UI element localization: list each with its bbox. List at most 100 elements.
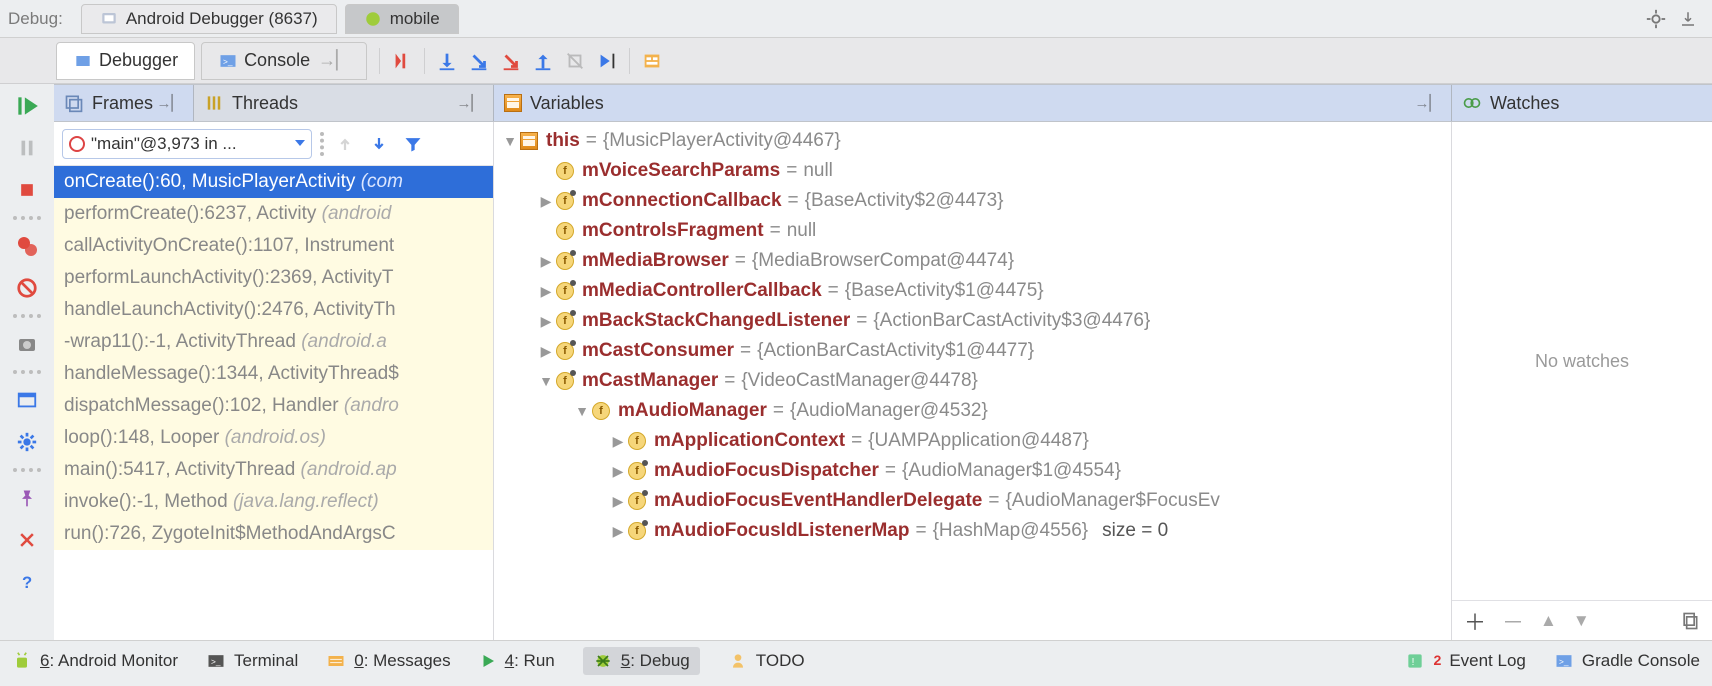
stop-button[interactable]	[9, 172, 45, 208]
settings-gear-icon[interactable]	[1640, 1, 1672, 37]
variable-row[interactable]: ▶fmApplicationContext = {UAMPApplication…	[494, 426, 1451, 456]
move-up-button[interactable]: ▲	[1540, 611, 1557, 631]
add-watch-button[interactable]: ＋	[1464, 605, 1486, 637]
frame-prev-button[interactable]	[332, 131, 358, 157]
expand-toggle[interactable]: ▶	[608, 456, 628, 486]
variable-row[interactable]: fmVoiceSearchParams = null	[494, 156, 1451, 186]
expand-toggle[interactable]: ▶	[608, 516, 628, 546]
step-out-icon[interactable]	[527, 43, 559, 79]
panel-header-threads[interactable]: Threads →▏	[194, 85, 494, 121]
get-thread-dump-button[interactable]	[9, 326, 45, 362]
panel-header-frames[interactable]: Frames →▏	[54, 85, 194, 121]
frame-row[interactable]: -wrap11():-1, ActivityThread (android.a	[54, 326, 493, 358]
frame-row[interactable]: main():5417, ActivityThread (android.ap	[54, 454, 493, 486]
pause-button[interactable]	[9, 130, 45, 166]
copy-button[interactable]	[1680, 611, 1700, 631]
frame-row[interactable]: performCreate():6237, Activity (android	[54, 198, 493, 230]
variable-row[interactable]: ▶fmConnectionCallback = {BaseActivity$2@…	[494, 186, 1451, 216]
expand-toggle[interactable]: ▼	[572, 396, 592, 426]
tab-console[interactable]: >_ Console →▏	[201, 42, 367, 80]
bottombar-item-debug[interactable]: 5: Debug	[583, 647, 700, 675]
variables-panel[interactable]: ▼this = {MusicPlayerActivity@4467}fmVoic…	[494, 122, 1452, 640]
expand-toggle[interactable]: ▼	[536, 366, 556, 396]
field-icon: f	[592, 402, 610, 420]
frame-row[interactable]: run():726, ZygoteInit$MethodAndArgsC	[54, 518, 493, 550]
mute-breakpoints-button[interactable]	[9, 270, 45, 306]
frame-row[interactable]: invoke():-1, Method (java.lang.reflect)	[54, 486, 493, 518]
bottombar-item-run[interactable]: 4: Run	[479, 651, 555, 671]
tab-android-debugger[interactable]: Android Debugger (8637)	[81, 4, 337, 34]
frame-row[interactable]: callActivityOnCreate():1107, Instrument	[54, 230, 493, 262]
variable-row[interactable]: ▼this = {MusicPlayerActivity@4467}	[494, 126, 1451, 156]
debug-toolbar: Debugger >_ Console →▏	[0, 38, 1712, 84]
filter-button[interactable]	[400, 131, 426, 157]
panel-header-watches[interactable]: Watches	[1452, 85, 1712, 121]
panel-header-variables[interactable]: Variables →▏	[494, 85, 1452, 121]
variable-row[interactable]: fmControlsFragment = null	[494, 216, 1451, 246]
expand-toggle[interactable]: ▶	[536, 306, 556, 336]
tab-debugger[interactable]: Debugger	[56, 42, 195, 80]
variable-row[interactable]: ▶fmMediaControllerCallback = {BaseActivi…	[494, 276, 1451, 306]
expand-toggle[interactable]: ▶	[536, 246, 556, 276]
bottombar-item-event[interactable]: !2 Event Log	[1405, 651, 1525, 671]
help-button[interactable]: ?	[9, 564, 45, 600]
step-into-icon[interactable]	[463, 43, 495, 79]
settings-button[interactable]	[9, 424, 45, 460]
app-icon	[100, 10, 118, 28]
variable-row[interactable]: ▶fmAudioFocusDispatcher = {AudioManager$…	[494, 456, 1451, 486]
drop-frame-icon[interactable]	[559, 43, 591, 79]
android-icon	[12, 651, 32, 671]
variable-row[interactable]: ▶fmMediaBrowser = {MediaBrowserCompat@44…	[494, 246, 1451, 276]
variable-row[interactable]: ▶fmCastConsumer = {ActionBarCastActivity…	[494, 336, 1451, 366]
expand-toggle[interactable]: ▶	[608, 426, 628, 456]
close-button[interactable]	[9, 522, 45, 558]
view-breakpoints-button[interactable]	[9, 228, 45, 264]
expand-toggle[interactable]: ▶	[608, 486, 628, 516]
frame-row[interactable]: loop():148, Looper (android.os)	[54, 422, 493, 454]
frame-row[interactable]: performLaunchActivity():2369, ActivityT	[54, 262, 493, 294]
expand-toggle[interactable]: ▼	[500, 126, 520, 156]
evaluate-expression-icon[interactable]	[636, 43, 668, 79]
variable-row[interactable]: ▶fmAudioFocusIdListenerMap = {HashMap@45…	[494, 516, 1451, 546]
restore-layout-button[interactable]	[9, 382, 45, 418]
frame-row[interactable]: handleMessage():1344, ActivityThread$	[54, 358, 493, 390]
field-icon: f	[628, 462, 646, 480]
debug-icon	[593, 651, 613, 671]
remove-watch-button[interactable]: －	[1502, 605, 1524, 637]
threads-icon	[204, 93, 224, 113]
variable-value: {BaseActivity$2@4473}	[805, 186, 1004, 216]
expand-toggle[interactable]: ▶	[536, 186, 556, 216]
force-step-into-icon[interactable]	[495, 43, 527, 79]
move-down-button[interactable]: ▼	[1573, 611, 1590, 631]
frame-row[interactable]: onCreate():60, MusicPlayerActivity (com	[54, 166, 493, 198]
bottombar-item-label: Event Log	[1449, 651, 1526, 671]
download-icon[interactable]	[1672, 1, 1704, 37]
resume-button[interactable]	[9, 88, 45, 124]
frame-row[interactable]: handleLaunchActivity():2476, ActivityTh	[54, 294, 493, 326]
messages-icon	[326, 651, 346, 671]
expand-toggle[interactable]: ▶	[536, 336, 556, 366]
bottombar-item-label: 5: Debug	[621, 651, 690, 671]
bottombar-item-android[interactable]: 6: Android Monitor	[12, 651, 178, 671]
watches-icon	[1462, 93, 1482, 113]
show-execution-point-icon[interactable]	[386, 43, 418, 79]
frame-list[interactable]: onCreate():60, MusicPlayerActivity (comp…	[54, 166, 493, 640]
frame-row[interactable]: dispatchMessage():102, Handler (andro	[54, 390, 493, 422]
variable-row[interactable]: ▼fmAudioManager = {AudioManager@4532}	[494, 396, 1451, 426]
expand-toggle[interactable]: ▶	[536, 276, 556, 306]
thread-selector[interactable]: "main"@3,973 in ...	[62, 129, 312, 159]
pin-button[interactable]	[9, 480, 45, 516]
variable-row[interactable]: ▶fmBackStackChangedListener = {ActionBar…	[494, 306, 1451, 336]
variable-row[interactable]: ▶fmAudioFocusEventHandlerDelegate = {Aud…	[494, 486, 1451, 516]
variable-row[interactable]: ▼fmCastManager = {VideoCastManager@4478}	[494, 366, 1451, 396]
bottombar-item-terminal[interactable]: >_Terminal	[206, 651, 298, 671]
tab-mobile[interactable]: mobile	[345, 4, 459, 34]
frame-next-button[interactable]	[366, 131, 392, 157]
field-icon: f	[628, 432, 646, 450]
bottombar-item-todo[interactable]: TODO	[728, 651, 805, 671]
bottombar-item-messages[interactable]: 0: Messages	[326, 651, 450, 671]
run-to-cursor-icon[interactable]	[591, 43, 623, 79]
thread-selector-value: "main"@3,973 in ...	[91, 134, 237, 154]
bottombar-item-gradle[interactable]: >_ Gradle Console	[1554, 651, 1700, 671]
step-over-icon[interactable]	[431, 43, 463, 79]
